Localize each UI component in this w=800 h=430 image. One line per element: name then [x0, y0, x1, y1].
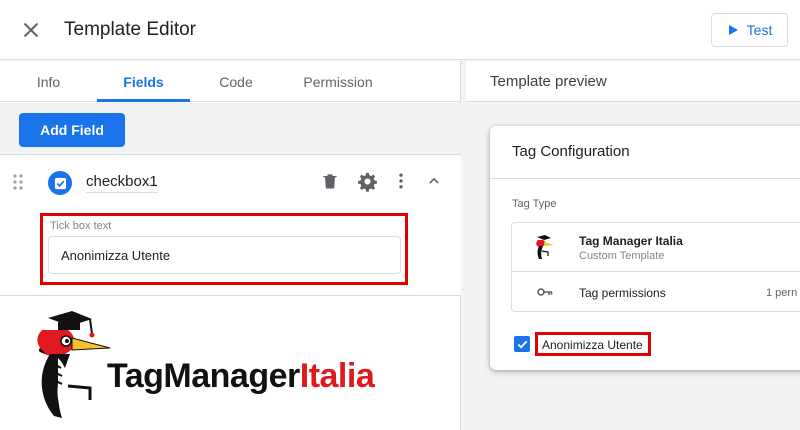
tab-bar: Info Fields Code Permission [0, 61, 461, 102]
checkbox-label: Anonimizza Utente [542, 338, 643, 352]
tab-code[interactable]: Code [190, 61, 282, 102]
tab-fields[interactable]: Fields [97, 61, 190, 102]
field-name[interactable]: checkbox1 [86, 173, 158, 193]
drag-handle-icon[interactable] [12, 173, 24, 191]
tag-subtitle: Custom Template [579, 250, 665, 262]
key-icon [537, 285, 553, 297]
page-title: Template Editor [64, 19, 197, 40]
tag-permissions-label[interactable]: Tag permissions [579, 286, 666, 300]
test-button[interactable]: Test [711, 13, 788, 47]
card-title: Tag Configuration [512, 143, 630, 160]
tab-info[interactable]: Info [0, 61, 97, 102]
logo-text-italia: Italia [299, 357, 375, 395]
more-vert-icon[interactable] [390, 170, 412, 192]
tab-permission[interactable]: Permission [282, 61, 394, 102]
add-field-button[interactable]: Add Field [19, 113, 125, 147]
tick-box-text-label: Tick box text [50, 220, 112, 232]
test-button-label: Test [746, 22, 773, 38]
card-divider [490, 178, 800, 179]
woodpecker-icon [533, 234, 555, 260]
tag-type-label: Tag Type [512, 198, 557, 210]
chevron-up-icon[interactable] [423, 170, 445, 192]
gear-icon[interactable] [356, 170, 378, 192]
fields-toolbar: Add Field [0, 103, 461, 155]
preview-title: Template preview [490, 73, 607, 90]
close-icon[interactable] [18, 17, 44, 43]
woodpecker-mascot [37, 311, 111, 418]
delete-icon[interactable] [319, 170, 341, 192]
tag-name: Tag Manager Italia [579, 234, 683, 248]
tag-box-divider [511, 271, 800, 272]
logo-text-tagmanager: TagManager [107, 357, 300, 395]
play-icon [728, 25, 738, 35]
tag-permissions-count: 1 pern [766, 287, 798, 299]
active-tab-indicator [97, 99, 190, 102]
logo-wordmark: TagManagerItalia [107, 357, 375, 396]
anonimizza-checkbox[interactable] [514, 336, 530, 352]
tick-box-text-input[interactable]: Anonimizza Utente [48, 236, 401, 274]
checkbox-icon [48, 171, 72, 195]
